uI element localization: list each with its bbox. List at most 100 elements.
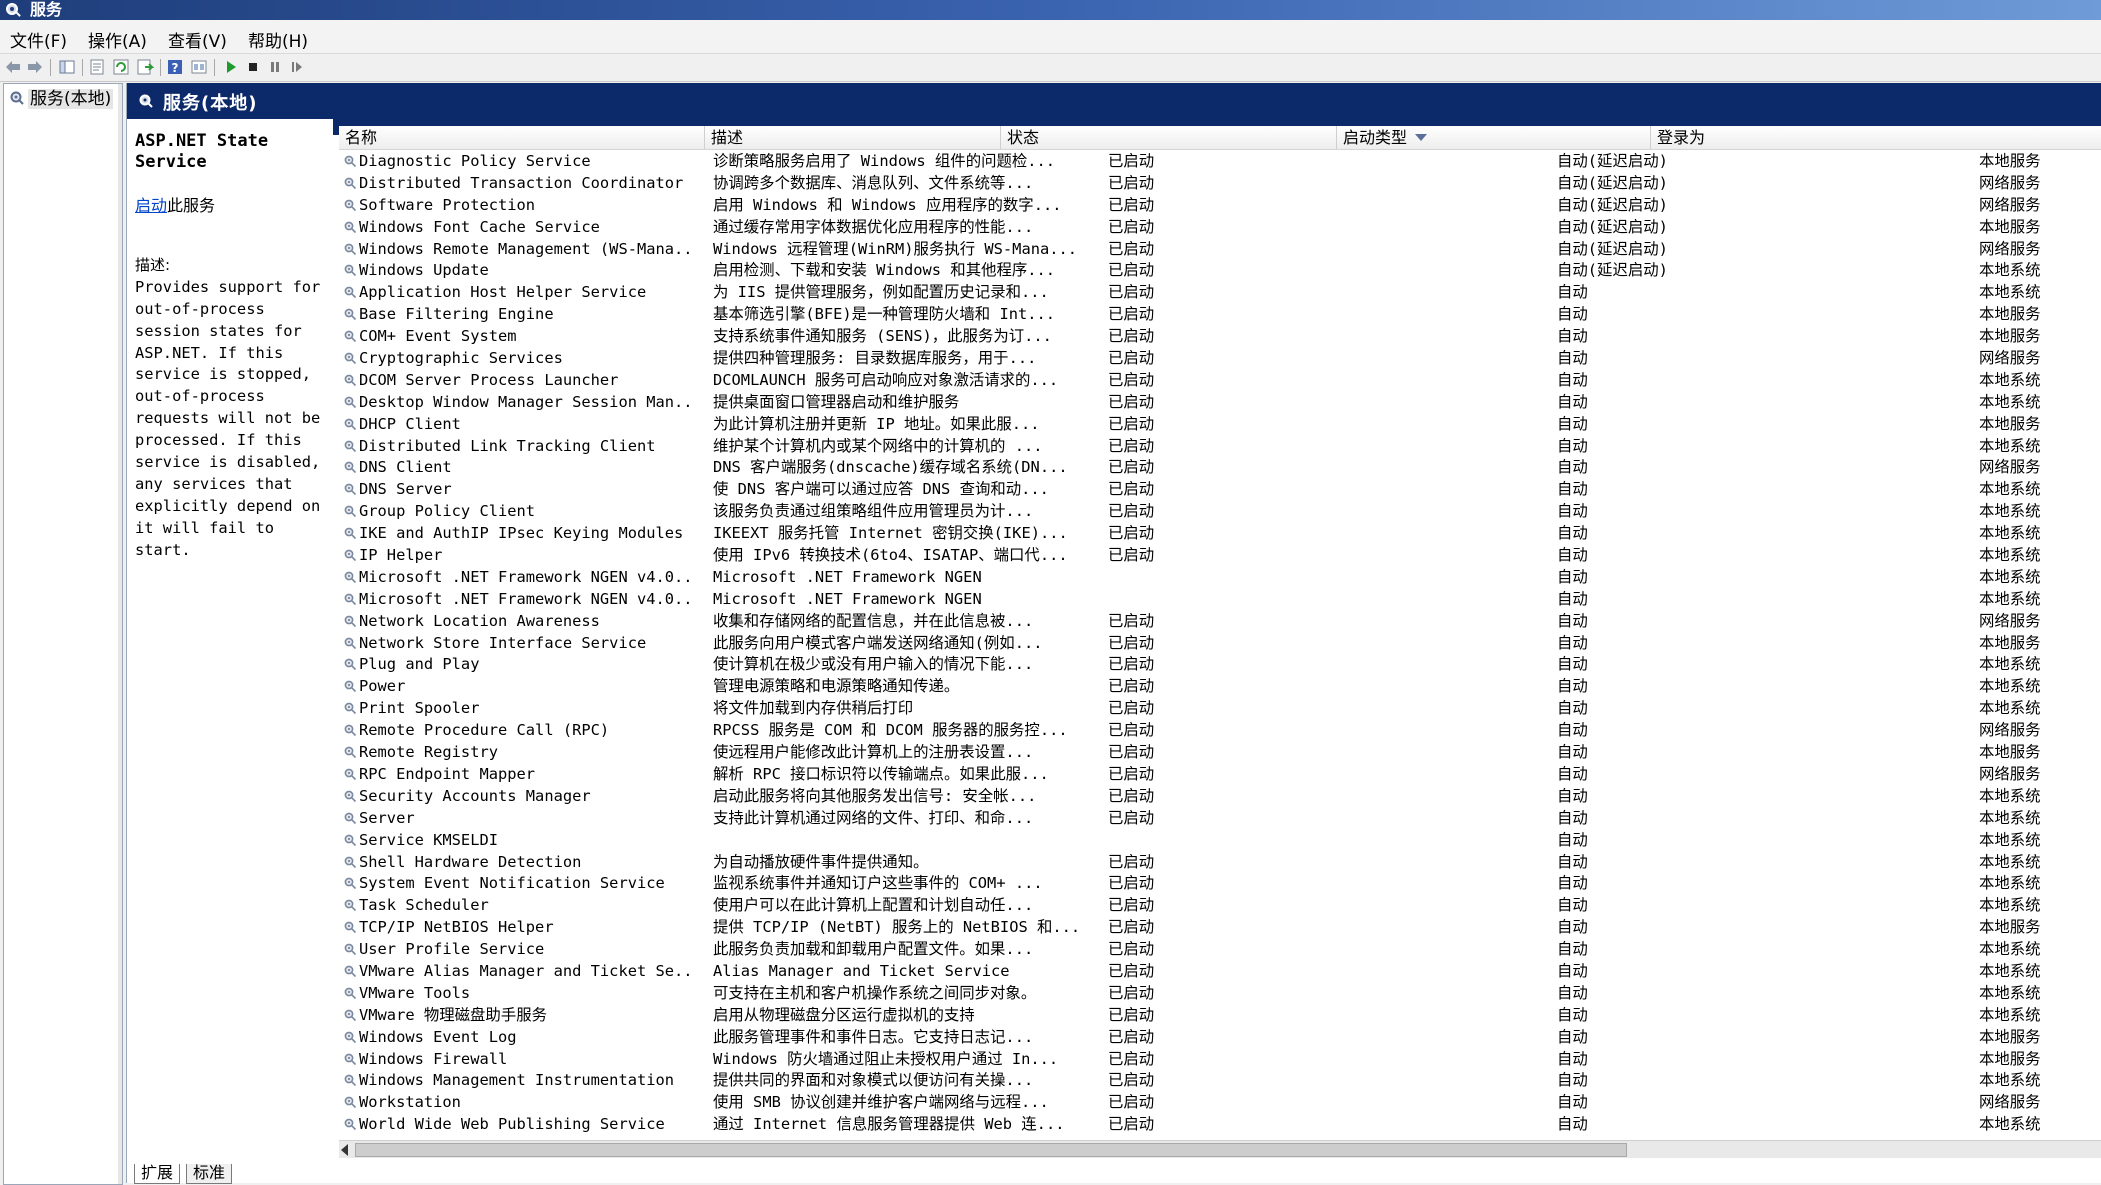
service-name: Network Store Interface Service — [359, 633, 647, 652]
service-name: DCOM Server Process Launcher — [359, 370, 619, 389]
service-logon-cell: 本地系统 — [1979, 546, 2041, 565]
service-name: Windows Management Instrumentation — [359, 1071, 675, 1090]
table-row[interactable]: COM+ Event System 支持系统事件通知服务 (SENS)，此服务为订… — [339, 326, 2101, 348]
table-row[interactable]: Power 管理电源策略和电源策略通知传递。 已启动 自动 本地系统 — [339, 676, 2101, 698]
menu-help[interactable]: 帮助(H) — [248, 27, 308, 52]
table-row[interactable]: Network Store Interface Service 此服务向用户模式客… — [339, 633, 2101, 655]
toolbar-separator — [160, 59, 161, 76]
table-row[interactable]: Microsoft .NET Framework NGEN v4.0... Mic… — [339, 589, 2101, 611]
table-row[interactable]: DHCP Client 为此计算机注册并更新 IP 地址。如果此服... 已启动 自动… — [339, 414, 2101, 436]
service-startup-cell: 自动 — [1557, 1049, 1588, 1068]
back-icon[interactable] — [4, 58, 22, 76]
properties-icon[interactable] — [88, 58, 106, 76]
table-row[interactable]: Distributed Transaction Coordinator 协调跨多个… — [339, 173, 2101, 195]
table-row[interactable]: Service KMSELDI 自动 本地系统 — [339, 830, 2101, 852]
column-header-name[interactable]: 名称 — [339, 126, 705, 149]
service-description-cell: 使 DNS 客户端可以通过应答 DNS 查询和动... — [713, 480, 1049, 499]
table-row[interactable]: Cryptographic Services 提供四种管理服务: 目录数据库服务，… — [339, 348, 2101, 370]
table-row[interactable]: IKE and AuthIP IPsec Keying Modules IKEEX… — [339, 523, 2101, 545]
stop-service-icon[interactable] — [244, 58, 262, 76]
help-icon[interactable]: ? — [166, 58, 184, 76]
table-row[interactable]: Windows Remote Management (WS-Mana... Win… — [339, 239, 2101, 261]
table-row[interactable]: User Profile Service 此服务负责加载和卸载用户配置文件。如果.… — [339, 939, 2101, 961]
table-row[interactable]: Network Location Awareness 收集和存储网络的配置信息，并… — [339, 611, 2101, 633]
service-startup-cell: 自动(延迟启动) — [1557, 173, 1668, 192]
horizontal-scrollbar[interactable] — [339, 1140, 2101, 1158]
table-row[interactable]: Windows Management Instrumentation 提供共同的界… — [339, 1070, 2101, 1092]
table-row[interactable]: Microsoft .NET Framework NGEN v4.0... Mic… — [339, 567, 2101, 589]
service-status-cell: 已启动 — [1108, 743, 1155, 762]
service-startup-cell: 自动 — [1557, 458, 1588, 477]
scroll-left-icon[interactable] — [341, 1144, 348, 1156]
view-icon[interactable] — [190, 58, 208, 76]
column-header-status[interactable]: 状态 — [1001, 126, 1337, 149]
show-hide-tree-icon[interactable] — [58, 58, 76, 76]
table-row[interactable]: Software Protection 启用 Windows 和 Windows … — [339, 195, 2101, 217]
service-gear-icon — [344, 768, 357, 781]
menu-view[interactable]: 查看(V) — [168, 27, 227, 52]
table-row[interactable]: Plug and Play 使计算机在极少或没有用户输入的情况下能... 已启动 自动… — [339, 654, 2101, 676]
service-status-cell: 已启动 — [1108, 764, 1155, 783]
table-row[interactable]: VMware 物理磁盘助手服务 启用从物理磁盘分区运行虚拟机的支持 已启动 自动 本地系… — [339, 1005, 2101, 1027]
table-row[interactable]: Shell Hardware Detection 为自动播放硬件事件提供通知。 已启… — [339, 852, 2101, 874]
service-name-cell: Distributed Link Tracking Client — [343, 436, 695, 458]
table-row[interactable]: DCOM Server Process Launcher DCOMLAUNCH 服… — [339, 370, 2101, 392]
table-row[interactable]: World Wide Web Publishing Service 通过 Inte… — [339, 1114, 2101, 1136]
menu-action[interactable]: 操作(A) — [88, 27, 147, 52]
table-row[interactable]: Distributed Link Tracking Client 维护某个计算机内… — [339, 436, 2101, 458]
service-name-cell: Task Scheduler — [343, 895, 695, 917]
tab-standard[interactable]: 标准 — [186, 1164, 233, 1184]
table-row[interactable]: Task Scheduler 使用户可以在此计算机上配置和计划自动任... 已启动 自… — [339, 895, 2101, 917]
table-row[interactable]: Desktop Window Manager Session Man... 提供桌… — [339, 392, 2101, 414]
service-description-cell: 为此计算机注册并更新 IP 地址。如果此服... — [713, 414, 1040, 433]
table-row[interactable]: Print Spooler 将文件加载到内存供稍后打印 已启动 自动 本地系统 — [339, 698, 2101, 720]
service-gear-icon — [344, 352, 357, 365]
table-row[interactable]: IP Helper 使用 IPv6 转换技术(6to4、ISATAP、端口代...… — [339, 545, 2101, 567]
table-row[interactable]: Windows Font Cache Service 通过缓存常用字体数据优化应用… — [339, 217, 2101, 239]
table-row[interactable]: Base Filtering Engine 基本筛选引擎(BFE)是一种管理防火墙… — [339, 304, 2101, 326]
tree-scrollbar[interactable] — [118, 84, 122, 1184]
start-service-icon[interactable] — [222, 58, 240, 76]
tree-item-services-local[interactable]: 服务(本地) — [8, 84, 114, 109]
table-row[interactable]: Windows Event Log 此服务管理事件和事件日志。它支持日志记... 已… — [339, 1027, 2101, 1049]
table-row[interactable]: Windows Update 启用检测、下载和安装 Windows 和其他程序..… — [339, 260, 2101, 282]
tab-extended[interactable]: 扩展 — [134, 1164, 181, 1184]
table-row[interactable]: Group Policy Client 该服务负责通过组策略组件应用管理员为计..… — [339, 501, 2101, 523]
restart-service-icon[interactable] — [288, 58, 306, 76]
menu-file[interactable]: 文件(F) — [10, 27, 67, 52]
service-name: Remote Procedure Call (RPC) — [359, 721, 610, 740]
forward-icon[interactable] — [26, 58, 44, 76]
table-row[interactable]: Security Accounts Manager 启动此服务将向其他服务发出信号… — [339, 786, 2101, 808]
table-row[interactable]: Server 支持此计算机通过网络的文件、打印、和命... 已启动 自动 本地系统 — [339, 808, 2101, 830]
table-row[interactable]: Windows Firewall Windows 防火墙通过阻止未授权用户通过 I… — [339, 1049, 2101, 1071]
column-header-logon-as[interactable]: 登录为 — [1651, 126, 2101, 149]
service-description-cell: 为 IIS 提供管理服务，例如配置历史记录和... — [713, 283, 1049, 302]
table-row[interactable]: TCP/IP NetBIOS Helper 提供 TCP/IP (NetBT) 服… — [339, 917, 2101, 939]
scrollbar-thumb[interactable] — [355, 1143, 1627, 1157]
table-row[interactable]: Diagnostic Policy Service 诊断策略服务启用了 Windo… — [339, 151, 2101, 173]
service-startup-cell: 自动(延迟启动) — [1557, 239, 1668, 258]
service-startup-cell: 自动(延迟启动) — [1557, 217, 1668, 236]
column-header-startup-type[interactable]: 启动类型 — [1337, 126, 1651, 149]
service-logon-cell: 网络服务 — [1979, 611, 2041, 630]
table-row[interactable]: Workstation 使用 SMB 协议创建并维护客户端网络与远程... 已启动 自… — [339, 1092, 2101, 1114]
service-gear-icon — [344, 812, 357, 824]
column-header-description[interactable]: 描述 — [705, 126, 1001, 149]
table-row[interactable]: DNS Server 使 DNS 客户端可以通过应答 DNS 查询和动... 已启动… — [339, 479, 2101, 501]
service-name-cell: DNS Server — [343, 479, 695, 501]
export-list-icon[interactable] — [136, 58, 154, 76]
table-row[interactable]: Remote Procedure Call (RPC) RPCSS 服务是 COM… — [339, 720, 2101, 742]
table-row[interactable]: Application Host Helper Service 为 IIS 提供管… — [339, 282, 2101, 304]
table-row[interactable]: DNS Client DNS 客户端服务(dnscache)缓存域名系统(DN..… — [339, 457, 2101, 479]
table-row[interactable]: RPC Endpoint Mapper 解析 RPC 接口标识符以传输端点。如果此… — [339, 764, 2101, 786]
pause-service-icon[interactable] — [266, 58, 284, 76]
table-row[interactable]: System Event Notification Service 监视系统事件并… — [339, 873, 2101, 895]
refresh-icon[interactable] — [112, 58, 130, 76]
service-name: TCP/IP NetBIOS Helper — [359, 918, 554, 937]
service-name: Windows Font Cache Service — [359, 217, 600, 236]
table-row[interactable]: VMware Alias Manager and Ticket Se... Ali… — [339, 961, 2101, 983]
table-row[interactable]: Remote Registry 使远程用户能修改此计算机上的注册表设置... 已启动… — [339, 742, 2101, 764]
start-service-link[interactable]: 启动 — [135, 196, 167, 215]
table-row[interactable]: VMware Tools 可支持在主机和客户机操作系统之间同步对象。 已启动 自动 本地… — [339, 983, 2101, 1005]
service-startup-cell: 自动(延迟启动) — [1557, 152, 1668, 170]
